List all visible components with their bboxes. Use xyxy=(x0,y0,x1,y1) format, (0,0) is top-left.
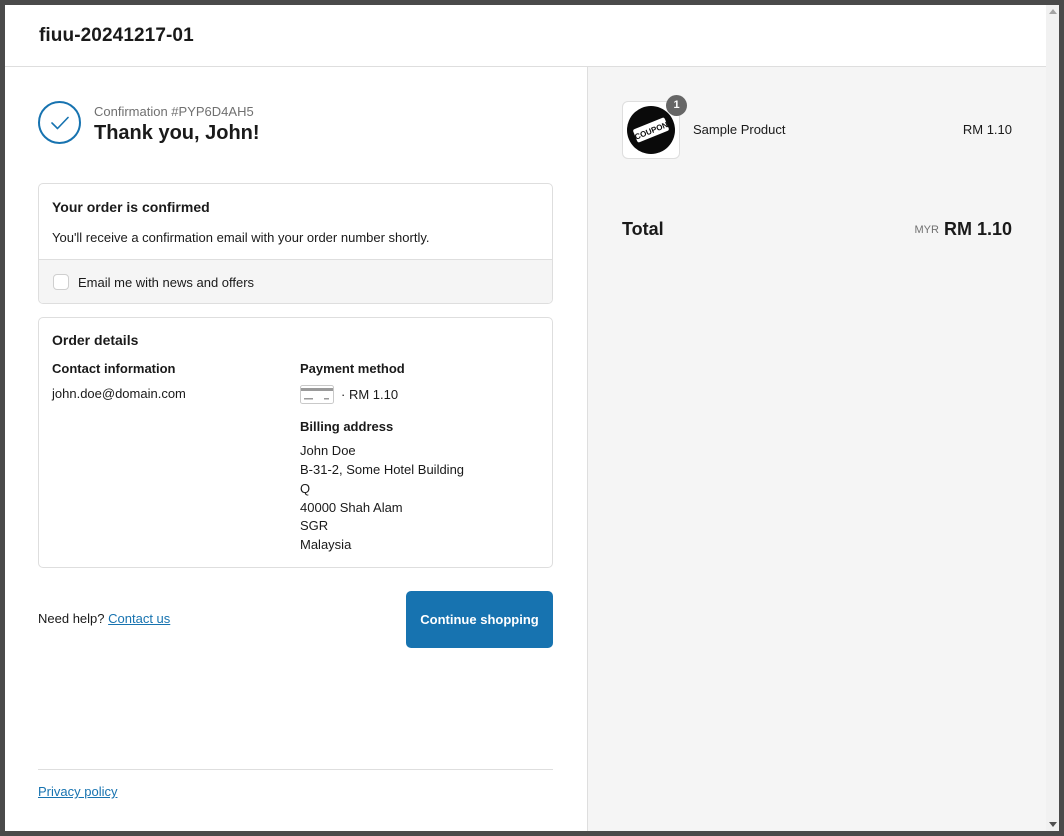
confirmation-number: Confirmation #PYP6D4AH5 xyxy=(94,104,254,119)
email-opt-in-label[interactable]: Email me with news and offers xyxy=(78,275,254,290)
contact-info-heading: Contact information xyxy=(52,361,176,376)
product-price: RM 1.10 xyxy=(962,122,1012,137)
thank-you-heading: Thank you, John! xyxy=(94,122,260,144)
billing-line: Malaysia xyxy=(300,537,352,552)
total-label: Total xyxy=(622,219,664,239)
contact-email: john.doe@domain.com xyxy=(52,386,186,401)
continue-shopping-button[interactable]: Continue shopping xyxy=(406,591,553,648)
checkout-window: fiuu-20241217-01 Confirmation #PYP6D4AH5… xyxy=(5,5,1046,831)
shop-name[interactable]: fiuu-20241217-01 xyxy=(39,25,194,47)
need-help-text: Need help? xyxy=(38,611,105,626)
check-circle-icon xyxy=(38,101,81,144)
billing-line: 40000 Shah Alam xyxy=(300,500,403,515)
order-confirmed-title: Your order is confirmed xyxy=(52,199,210,215)
privacy-policy-link[interactable]: Privacy policy xyxy=(38,784,117,799)
total-value: MYR RM 1.10 xyxy=(915,219,1012,240)
quantity-badge: 1 xyxy=(666,95,687,116)
header: fiuu-20241217-01 xyxy=(5,5,1046,67)
contact-us-link[interactable]: Contact us xyxy=(108,611,170,626)
scroll-down-arrow-icon[interactable] xyxy=(1049,822,1057,827)
total-amount: RM 1.10 xyxy=(943,219,1012,239)
currency-code: MYR xyxy=(914,224,939,236)
billing-line: SGR xyxy=(300,518,329,533)
email-opt-in-row[interactable]: Email me with news and offers xyxy=(39,259,552,303)
order-confirmed-card: Your order is confirmed You'll receive a… xyxy=(38,183,553,304)
product-name: Sample Product xyxy=(693,122,786,137)
need-help: Need help? Contact us xyxy=(38,611,170,626)
billing-line: Q xyxy=(300,481,311,496)
scroll-up-arrow-icon[interactable] xyxy=(1049,9,1057,14)
payment-method-heading: Payment method xyxy=(300,361,405,376)
credit-card-icon xyxy=(300,385,334,404)
order-summary: COUPON 1 Sample Product RM 1.10 Total MY… xyxy=(587,67,1046,831)
main-content: Confirmation #PYP6D4AH5 Thank you, John!… xyxy=(5,67,587,831)
billing-line: John Doe xyxy=(300,443,356,458)
payment-amount: · RM 1.10 xyxy=(341,387,399,402)
order-confirmed-description: You'll receive a confirmation email with… xyxy=(52,230,430,245)
email-opt-in-checkbox[interactable] xyxy=(53,274,69,290)
order-details-title: Order details xyxy=(52,332,139,348)
order-details-card: Order details Contact information john.d… xyxy=(38,317,553,568)
billing-line: B-31-2, Some Hotel Building xyxy=(300,462,465,477)
vertical-scrollbar[interactable] xyxy=(1046,5,1059,831)
billing-address-heading: Billing address xyxy=(300,419,394,434)
footer-divider xyxy=(38,769,553,770)
